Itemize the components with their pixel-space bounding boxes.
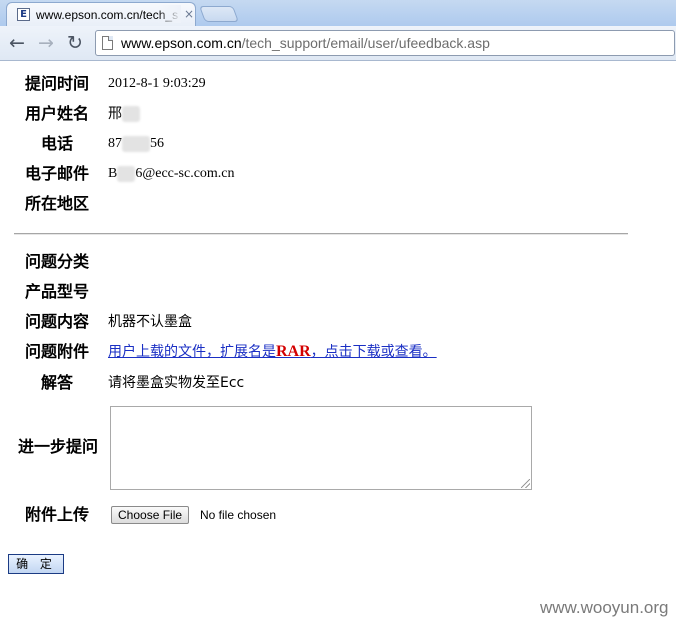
followup-label: 进一步提问 (17, 437, 98, 456)
row-answer: 解答 请将墨盒实物发至Ecc (0, 371, 640, 395)
attachment-extension: RAR (276, 343, 311, 360)
address-bar[interactable]: www.epson.com.cn/tech_support/email/user… (95, 30, 675, 56)
row-model: 产品型号 (0, 280, 640, 304)
redacted-blur (122, 106, 140, 122)
tab-strip: E www.epson.com.cn/tech_s × (0, 0, 676, 26)
choose-file-button[interactable]: Choose File (111, 506, 190, 524)
phone-value: 87 56 (108, 132, 164, 156)
content-value: 机器不认墨盒 (108, 314, 192, 330)
phone-suffix: 56 (150, 136, 164, 151)
browser-tab[interactable]: E www.epson.com.cn/tech_s × (6, 2, 196, 26)
content-label: 问题内容 (24, 312, 89, 331)
attachment-link-suffix: ，点击下载或查看。 (310, 344, 437, 360)
answer-label: 解答 (40, 373, 73, 392)
redacted-blur (122, 135, 150, 152)
browser-toolbar: ← → ↻ www.epson.com.cn/tech_support/emai… (0, 26, 676, 61)
feedback-page: 提问时间 2012-8-1 9:03:29 用户姓名 邢 电话 87 56 电子邮… (0, 61, 676, 619)
url-path: /tech_support/email/user/ufeedback.asp (241, 35, 490, 51)
submit-time-value: 2012-8-1 9:03:29 (108, 76, 206, 91)
watermark: www.wooyun.org (540, 598, 669, 617)
close-tab-icon[interactable]: × (183, 7, 195, 21)
row-content: 问题内容 机器不认墨盒 (0, 310, 640, 334)
row-region: 所在地区 (0, 192, 640, 216)
attachment-value: 用户上载的文件，扩展名是RAR，点击下载或查看。 (108, 340, 437, 365)
category-label: 问题分类 (24, 252, 89, 271)
email-prefix: B (108, 166, 118, 181)
upload-label: 附件上传 (24, 505, 89, 524)
email-suffix: 6@ecc-sc.com.cn (135, 166, 235, 181)
tab-title-fade (157, 5, 181, 23)
user-name-value: 邢 (108, 102, 140, 126)
row-attachment: 问题附件 用户上载的文件，扩展名是RAR，点击下载或查看。 (0, 340, 640, 364)
phone-label: 电话 (40, 134, 73, 153)
attachment-link-prefix: 用户上载的文件，扩展名是 (108, 344, 276, 360)
back-arrow-icon[interactable]: ← (6, 32, 28, 54)
section-divider (14, 233, 628, 235)
email-label: 电子邮件 (24, 164, 89, 183)
epson-favicon-icon: E (17, 8, 30, 21)
row-submit-time: 提问时间 2012-8-1 9:03:29 (0, 72, 640, 96)
row-upload: 附件上传 (0, 503, 640, 527)
row-email: 电子邮件 B 6@ecc-sc.com.cn (0, 162, 640, 186)
attachment-label: 问题附件 (24, 342, 89, 361)
row-user-name: 用户姓名 邢 (0, 102, 640, 126)
user-name-label: 用户姓名 (24, 104, 89, 123)
resize-grip-icon[interactable] (521, 479, 530, 488)
forward-arrow-icon[interactable]: → (35, 32, 57, 54)
redacted-blur (117, 165, 136, 182)
confirm-button[interactable]: 确 定 (8, 554, 64, 574)
email-value: B 6@ecc-sc.com.cn (108, 162, 235, 186)
row-category: 问题分类 (0, 250, 640, 274)
phone-prefix: 87 (108, 136, 122, 151)
file-status-text: No file chosen (200, 508, 277, 522)
new-tab-button[interactable] (199, 6, 239, 22)
row-phone: 电话 87 56 (0, 132, 640, 156)
reload-icon[interactable]: ↻ (64, 32, 86, 54)
attachment-download-link[interactable]: 用户上载的文件，扩展名是RAR，点击下载或查看。 (108, 343, 437, 360)
page-icon (102, 36, 113, 50)
url-text: www.epson.com.cn/tech_support/email/user… (121, 34, 490, 52)
model-label: 产品型号 (24, 282, 89, 301)
answer-value: 请将墨盒实物发至Ecc (108, 375, 245, 391)
region-label: 所在地区 (24, 194, 89, 213)
followup-textarea[interactable] (110, 406, 532, 490)
user-name-visible: 邢 (108, 106, 122, 122)
submit-time-label: 提问时间 (24, 74, 89, 93)
url-host: www.epson.com.cn (121, 35, 242, 51)
